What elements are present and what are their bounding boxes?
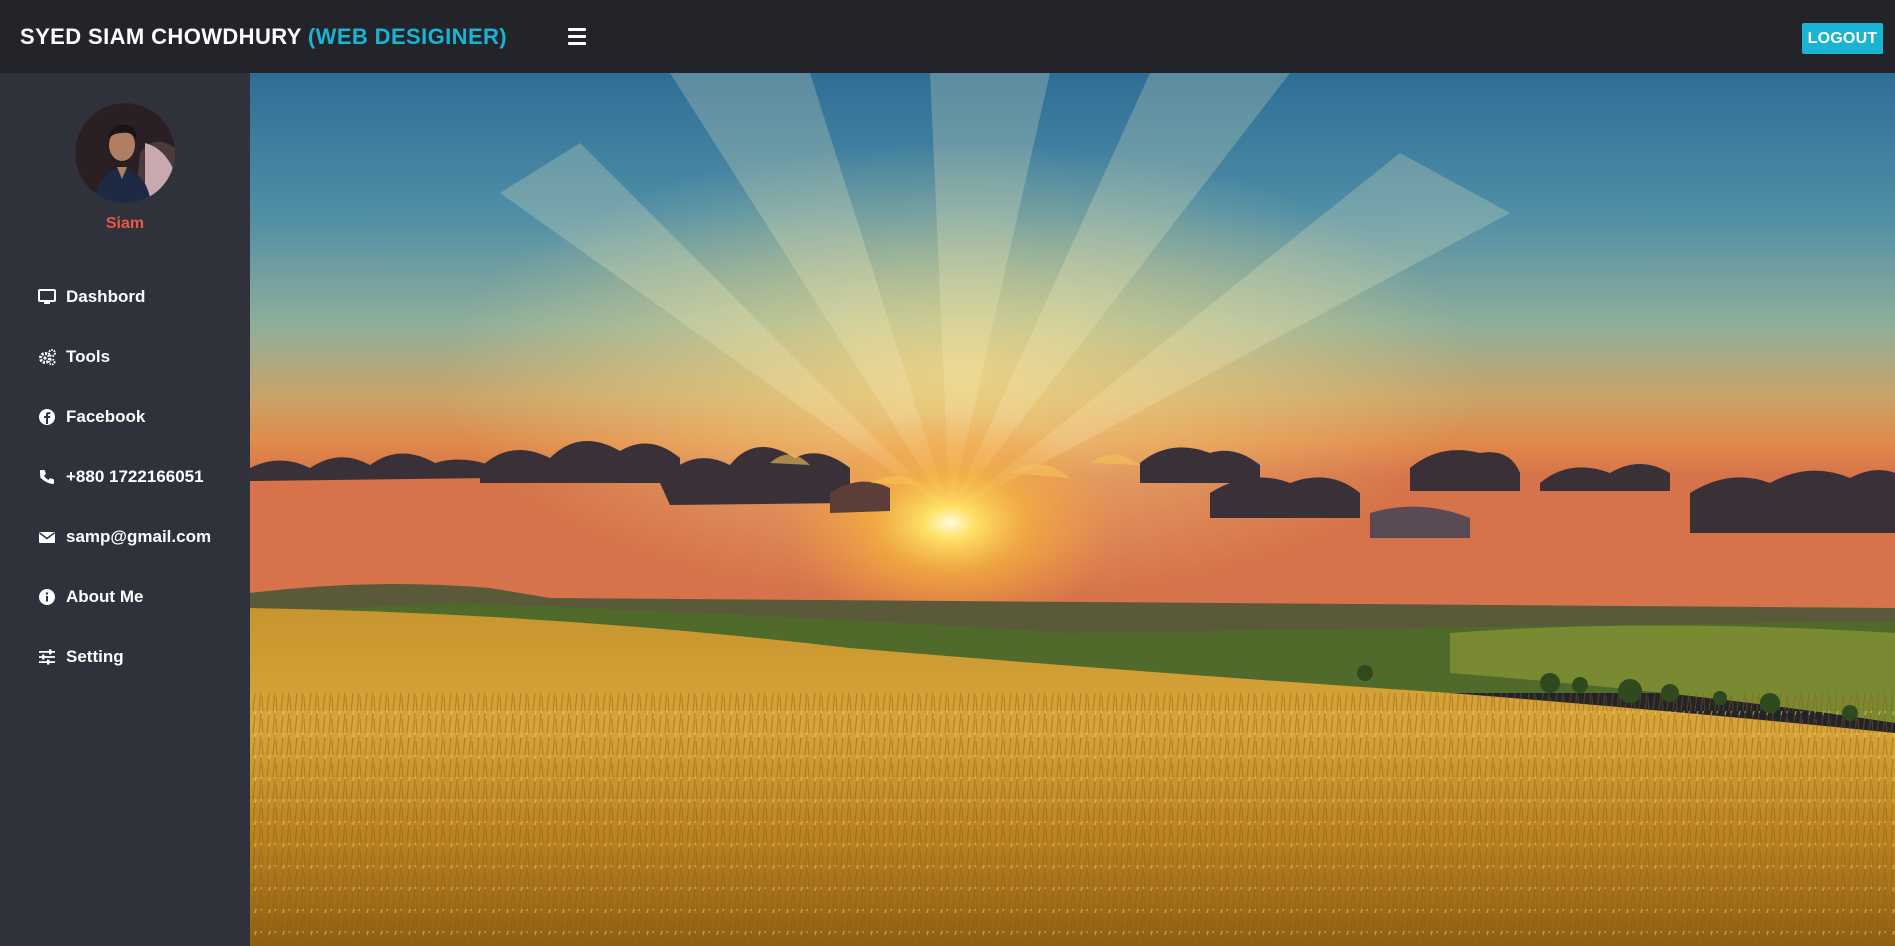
sidebar-item-label: samp@gmail.com <box>66 527 212 546</box>
sidebar-item-facebook[interactable]: Facebook <box>38 405 145 429</box>
sidebar-item-label: Dashbord <box>66 287 146 306</box>
sidebar-item-label: +880 1722166051 <box>66 467 204 486</box>
brand-name: SYED SIAM CHOWDHURY <box>20 24 302 49</box>
sidebar-item-phone[interactable]: +880 1722166051 <box>38 465 204 489</box>
sidebar-item-dashboard[interactable]: Dashbord <box>38 285 145 309</box>
monitor-icon <box>38 288 56 306</box>
sliders-icon <box>38 648 56 666</box>
facebook-icon <box>38 408 56 426</box>
envelope-icon <box>38 528 56 546</box>
top-navbar: SYED SIAM CHOWDHURY (WEB DESIGINER) LOGO… <box>0 0 1895 73</box>
gears-icon <box>38 348 56 366</box>
sidebar-item-label: Setting <box>66 647 124 666</box>
logout-button[interactable]: LOGOUT <box>1802 23 1883 54</box>
phone-icon <box>38 468 56 486</box>
profile-name: Siam <box>105 215 145 232</box>
sidebar-item-label: Tools <box>66 347 111 366</box>
sidebar: Siam Dashbord Tools Facebook +880 172216… <box>0 73 250 946</box>
sidebar-item-tools[interactable]: Tools <box>38 345 110 369</box>
brand-role: (WEB DESIGINER) <box>307 24 508 49</box>
info-icon <box>38 588 56 606</box>
sidebar-item-email[interactable]: samp@gmail.com <box>38 525 211 549</box>
hamburger-icon[interactable] <box>568 28 588 46</box>
avatar <box>75 103 175 203</box>
sidebar-item-about[interactable]: About Me <box>38 585 143 609</box>
sidebar-item-label: About Me <box>66 587 144 606</box>
sidebar-item-label: Facebook <box>66 407 146 426</box>
hero-landscape-image <box>250 73 1895 946</box>
brand-title: SYED SIAM CHOWDHURY (WEB DESIGINER) <box>20 24 507 50</box>
sidebar-item-setting[interactable]: Setting <box>38 645 124 669</box>
